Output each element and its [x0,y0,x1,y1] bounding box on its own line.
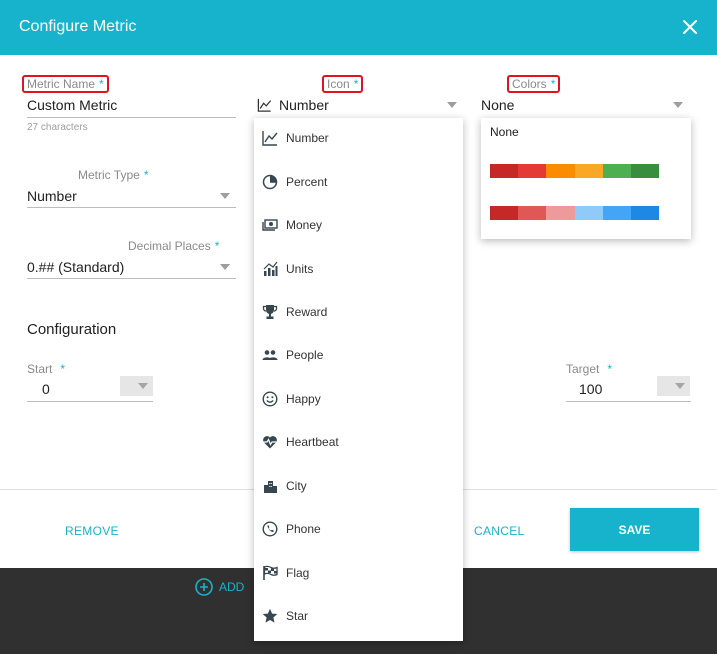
metric-name-underline [27,117,236,118]
icon-option-city[interactable]: City [254,466,463,506]
icon-option-label: Units [286,262,314,276]
chevron-down-icon [220,193,230,199]
icon-option-happy[interactable]: Happy [254,379,463,419]
icon-option-label: City [286,479,307,493]
target-label: Target * [566,362,613,376]
icon-option-label: Star [286,609,309,623]
color-swatch [630,206,660,220]
configuration-heading: Configuration [27,321,117,338]
icon-option-label: People [286,348,324,362]
metric-name-input[interactable]: Custom Metric [27,97,117,113]
color-swatch [546,206,575,220]
chevron-down-icon [138,383,148,389]
icon-option-star[interactable]: Star [254,596,463,636]
color-swatch [546,164,575,178]
icon-option-flag[interactable]: Flag [254,553,463,593]
icon-option-label: Money [286,218,323,232]
icon-option-percent[interactable]: Percent [254,162,463,202]
heartbeat-icon [263,436,277,449]
decimal-places-underline [27,278,236,279]
save-button[interactable]: SAVE [570,508,699,551]
metric-name-label: Metric Name * [22,75,109,93]
start-underline [27,401,153,402]
start-unit-select[interactable] [120,376,153,396]
color-swatch [490,206,519,220]
icon-option-label: Heartbeat [286,435,339,449]
cancel-button[interactable]: CANCEL [474,524,524,538]
start-label: Start * [27,362,66,376]
chevron-down-icon [675,383,685,389]
smiley-icon [262,391,278,407]
dialog-title: Configure Metric [19,18,137,35]
color-swatch [518,164,547,178]
metric-type-label: Metric Type * [78,168,149,182]
decimal-places-value: 0.## (Standard) [27,259,125,275]
colors-field-label: Colors * [507,75,561,93]
target-unit-select[interactable] [657,376,690,396]
icon-option-label: Happy [286,392,321,406]
trophy-icon [262,305,278,319]
add-circle-icon [195,578,213,596]
line-chart-icon [257,98,272,112]
phone-icon [262,521,278,537]
people-icon [262,350,278,360]
color-option-none[interactable]: None [490,125,519,139]
metric-name-helper: 27 characters [27,122,88,133]
icon-option-label: Number [286,131,329,145]
chevron-down-icon [220,264,230,270]
metric-type-underline [27,207,236,208]
icon-option-people[interactable]: People [254,335,463,375]
metric-type-select[interactable]: Number [27,186,236,208]
icon-option-units[interactable]: Units [254,249,463,289]
units-chart-icon [263,261,278,276]
color-palette-option[interactable] [490,206,660,220]
color-swatch [518,206,547,220]
icon-field-label: Icon * [322,75,364,93]
color-swatch [574,206,603,220]
icon-option-label: Flag [286,566,310,580]
icon-option-number[interactable]: Number [254,118,463,158]
color-swatch [630,164,660,178]
colors-dropdown-menu: None [481,118,691,239]
line-chart-icon [262,131,278,146]
icon-dropdown-menu: Number Percent Money Units Reward People… [254,118,463,641]
dialog-header: Configure Metric [0,0,717,55]
color-swatch [602,164,631,178]
color-palette-option[interactable] [490,164,660,178]
start-input[interactable]: 0 [42,381,50,397]
decimal-places-label: Decimal Places * [128,239,220,253]
money-icon [262,219,278,231]
color-swatch [490,164,519,178]
icon-select-value: Number [279,97,329,113]
remove-button[interactable]: REMOVE [65,524,119,538]
colors-select[interactable]: None [481,95,691,117]
icon-option-label: Phone [286,522,321,536]
close-button[interactable] [677,14,703,40]
icon-select[interactable]: Number [255,95,463,117]
icon-option-label: Percent [286,175,328,189]
metric-type-value: Number [27,188,77,204]
chevron-down-icon [447,102,457,108]
icon-option-reward[interactable]: Reward [254,292,463,332]
icon-option-heartbeat[interactable]: Heartbeat [254,422,463,462]
icon-option-money[interactable]: Money [254,205,463,245]
color-swatch [574,164,603,178]
icon-option-label: Reward [286,305,328,319]
target-input[interactable]: 100 [579,381,602,397]
city-icon [264,481,277,493]
target-underline [566,401,691,402]
close-icon [683,20,697,34]
add-button[interactable]: ADD [195,578,244,596]
flag-icon [263,565,278,580]
pie-chart-icon [262,174,278,190]
chevron-down-icon [673,102,683,108]
colors-select-value: None [481,97,515,113]
color-swatch [602,206,631,220]
star-icon [262,608,278,623]
add-button-label: ADD [219,580,245,594]
decimal-places-select[interactable]: 0.## (Standard) [27,257,236,279]
icon-option-phone[interactable]: Phone [254,509,463,549]
